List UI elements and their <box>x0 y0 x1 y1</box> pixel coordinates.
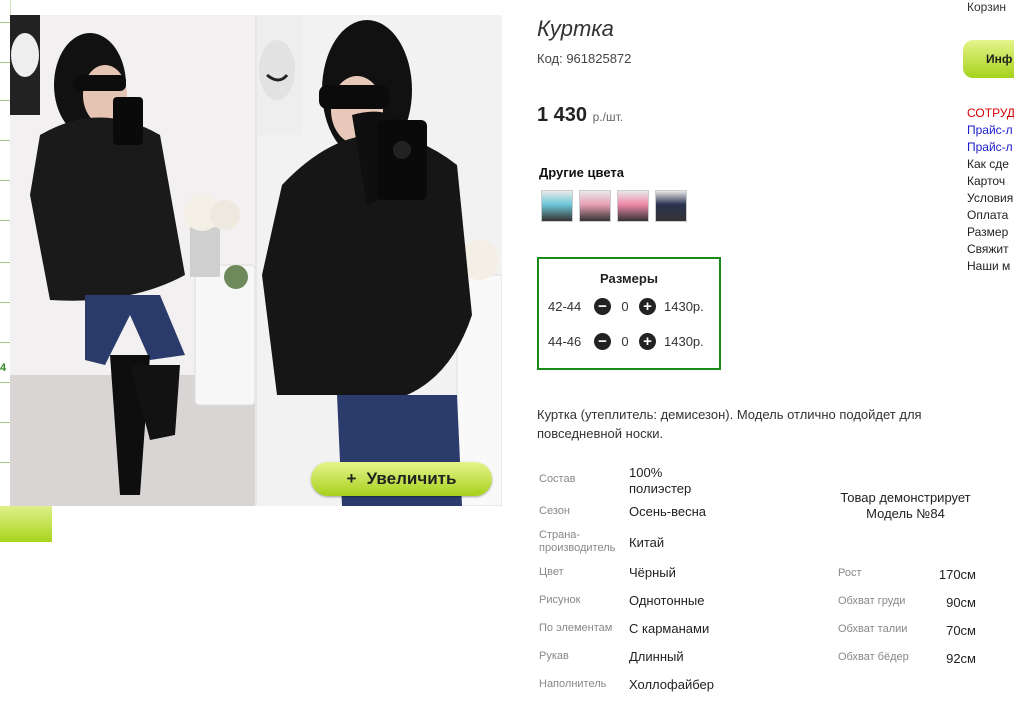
product-gallery <box>10 15 502 506</box>
measurement-value: 170см <box>938 567 976 582</box>
sidebar-link[interactable]: Прайс-л <box>967 123 1013 137</box>
plus-icon: + <box>346 469 357 488</box>
size-label: 42-44 <box>548 299 582 314</box>
property-value: Осень-весна <box>629 504 707 519</box>
sidebar-link[interactable]: Свяжит <box>967 242 1009 256</box>
property-value: 100% полиэстер <box>629 465 692 496</box>
size-price: 1430р. <box>664 299 704 314</box>
measurement-value: 92см <box>946 651 976 666</box>
color-swatch-1[interactable] <box>541 190 573 222</box>
price-value: 1 430 <box>537 104 588 126</box>
zoom-button[interactable]: + Увеличить <box>311 462 492 496</box>
sidebar-link[interactable]: СОТРУД <box>967 106 1014 120</box>
sidebar-link[interactable]: Условия <box>967 191 1013 205</box>
size-row: 44-46 − 0 + 1430р. <box>548 333 704 350</box>
measurement-key: Обхват бёдер <box>838 651 909 663</box>
property-key: Рисунок <box>539 594 581 606</box>
cart-link[interactable]: Корзин <box>967 0 1006 14</box>
product-description: Куртка (утеплитель: демисезон). Модель о… <box>537 407 922 441</box>
size-price: 1430р. <box>664 334 704 349</box>
property-key: Состав <box>539 473 576 485</box>
measurement-key: Рост <box>838 567 862 579</box>
plus-icon[interactable]: + <box>639 298 656 315</box>
sidebar-link[interactable]: Карточ <box>967 174 1005 188</box>
measurement-value: 90см <box>946 595 976 610</box>
model-caption: Товар демонстрирует Модель №84 <box>840 490 971 521</box>
sidebar-link[interactable]: Наши м <box>967 259 1010 273</box>
minus-icon[interactable]: − <box>594 333 611 350</box>
property-key: Страна-производитель <box>539 529 616 554</box>
size-quantity[interactable]: 0 <box>611 334 639 349</box>
measurement-key: Обхват талии <box>838 623 908 635</box>
product-price: 1 430 р./шт. <box>537 104 623 127</box>
property-value: Длинный <box>629 649 684 664</box>
plus-icon[interactable]: + <box>639 333 656 350</box>
property-key: Сезон <box>539 505 570 517</box>
price-unit: р./шт. <box>592 110 624 124</box>
color-swatch-4[interactable] <box>655 190 687 222</box>
sidebar-link[interactable]: Как сде <box>967 157 1009 171</box>
left-green-tab[interactable] <box>0 506 52 542</box>
property-value: Чёрный <box>629 565 676 580</box>
other-colors-heading: Другие цвета <box>539 165 624 180</box>
product-photo-front[interactable] <box>10 15 255 506</box>
product-code: Код: 961825872 <box>537 51 632 66</box>
property-key: Рукав <box>539 650 569 662</box>
sidebar-link[interactable]: Размер <box>967 225 1008 239</box>
sizes-panel: Размеры 42-44 − 0 + 1430р. 44-46 − 0 + 1… <box>537 257 721 370</box>
info-button[interactable]: Инф <box>963 40 1014 78</box>
product-title: Куртка <box>537 16 614 41</box>
color-swatches <box>541 190 687 222</box>
minus-icon[interactable]: − <box>594 298 611 315</box>
size-label: 44-46 <box>548 334 582 349</box>
property-value: Китай <box>629 535 665 550</box>
sidebar-link[interactable]: Оплата <box>967 208 1008 222</box>
size-row: 42-44 − 0 + 1430р. <box>548 298 704 315</box>
zoom-button-label: Увеличить <box>366 469 457 488</box>
property-value: С карманами <box>629 621 710 636</box>
property-value: Однотонные <box>629 593 705 608</box>
measurement-key: Обхват груди <box>838 595 906 607</box>
sizes-heading: Размеры <box>600 271 658 286</box>
property-key: Цвет <box>539 566 564 578</box>
color-swatch-3[interactable] <box>617 190 649 222</box>
property-key: Наполнитель <box>539 678 607 690</box>
size-quantity[interactable]: 0 <box>611 299 639 314</box>
left-strip-number: 4 <box>0 362 7 374</box>
sidebar-link[interactable]: Прайс-л <box>967 140 1013 154</box>
color-swatch-2[interactable] <box>579 190 611 222</box>
property-key: По элементам <box>539 622 613 634</box>
product-photo-closeup[interactable] <box>257 15 502 506</box>
property-value: Холлофайбер <box>629 677 714 692</box>
measurement-value: 70см <box>946 623 976 638</box>
